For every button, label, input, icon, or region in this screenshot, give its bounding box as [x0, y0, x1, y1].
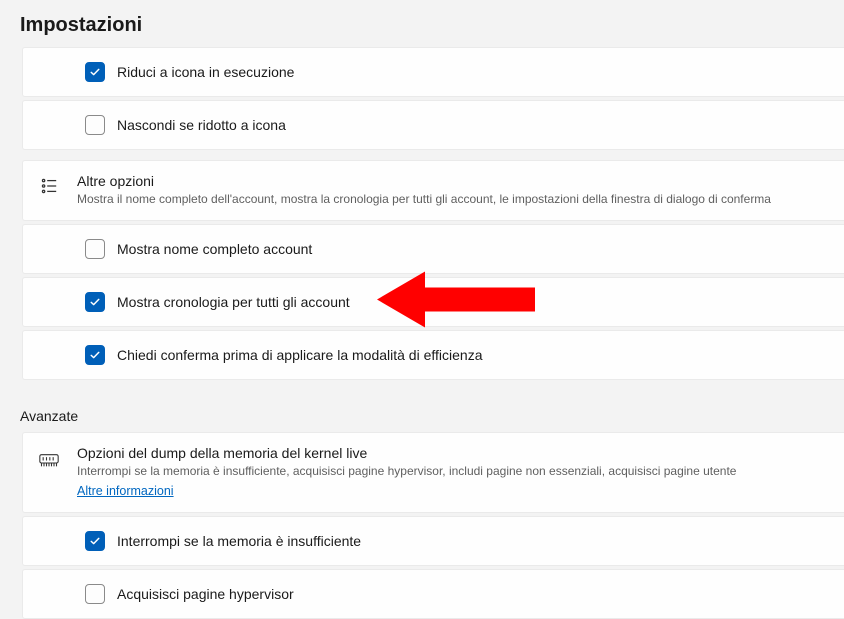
other-options-subtitle: Mostra il nome completo dell'account, mo… — [77, 191, 771, 208]
kernel-dump-more-info-link[interactable]: Altre informazioni — [77, 484, 174, 498]
checkbox-minimize-running[interactable] — [85, 62, 105, 82]
row-label: Mostra nome completo account — [117, 241, 312, 257]
check-icon — [89, 66, 101, 78]
checkbox-hide-minimized[interactable] — [85, 115, 105, 135]
row-label: Interrompi se la memoria è insufficiente — [117, 533, 361, 549]
row-minimize-running[interactable]: Riduci a icona in esecuzione — [22, 47, 844, 97]
row-abort-low-memory[interactable]: Interrompi se la memoria è insufficiente — [22, 516, 844, 566]
check-icon — [89, 296, 101, 308]
row-label: Mostra cronologia per tutti gli account — [117, 294, 350, 310]
kernel-dump-header[interactable]: Opzioni del dump della memoria del kerne… — [22, 432, 844, 513]
check-icon — [89, 349, 101, 361]
kernel-dump-title: Opzioni del dump della memoria del kerne… — [77, 445, 736, 461]
checkbox-abort-low-memory[interactable] — [85, 531, 105, 551]
checkbox-show-full-account[interactable] — [85, 239, 105, 259]
checkbox-confirm-efficiency[interactable] — [85, 345, 105, 365]
row-confirm-efficiency[interactable]: Chiedi conferma prima di applicare la mo… — [22, 330, 844, 380]
list-settings-icon — [39, 173, 59, 195]
other-options-header[interactable]: Altre opzioni Mostra il nome completo de… — [22, 160, 844, 221]
check-icon — [89, 535, 101, 547]
row-hide-minimized[interactable]: Nascondi se ridotto a icona — [22, 100, 844, 150]
checkbox-show-history-all[interactable] — [85, 292, 105, 312]
row-label: Acquisisci pagine hypervisor — [117, 586, 294, 602]
advanced-section-label: Avanzate — [0, 398, 844, 432]
kernel-dump-subtitle: Interrompi se la memoria è insufficiente… — [77, 463, 736, 480]
row-capture-hypervisor[interactable]: Acquisisci pagine hypervisor — [22, 569, 844, 619]
memory-icon — [39, 445, 59, 468]
row-label: Nascondi se ridotto a icona — [117, 117, 286, 133]
row-label: Chiedi conferma prima di applicare la mo… — [117, 347, 482, 363]
other-options-title: Altre opzioni — [77, 173, 771, 189]
row-show-full-account[interactable]: Mostra nome completo account — [22, 224, 844, 274]
row-label: Riduci a icona in esecuzione — [117, 64, 294, 80]
row-show-history-all[interactable]: Mostra cronologia per tutti gli account — [22, 277, 844, 327]
checkbox-capture-hypervisor[interactable] — [85, 584, 105, 604]
page-title: Impostazioni — [0, 0, 844, 47]
highlight-arrow-icon — [377, 269, 537, 334]
